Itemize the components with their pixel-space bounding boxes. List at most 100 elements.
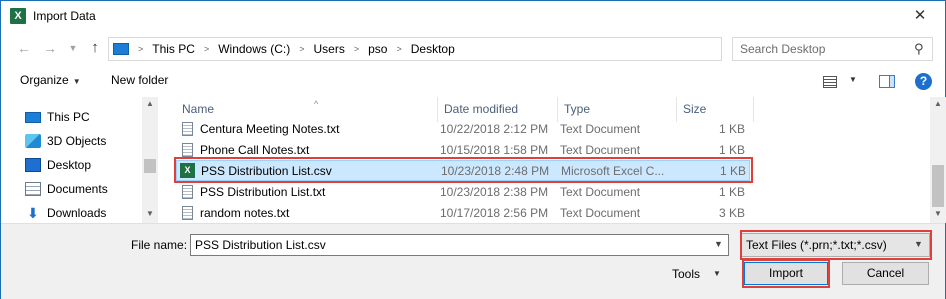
navigation-pane: This PC 3D Objects Desktop Documents ⬇ D… [1,97,158,223]
nav-pane-scrollbar[interactable]: ▲ ▼ [142,97,158,223]
file-name: PSS Distribution List.csv [201,164,332,178]
back-arrow-icon[interactable]: ← [14,37,34,59]
file-type-value: Text Files (*.prn;*.txt;*.csv) [746,238,887,252]
recent-locations-chevron-icon[interactable]: ▼ [63,37,83,59]
sort-ascending-icon: ^ [314,99,319,109]
file-name-label: File name: [131,238,188,252]
file-row[interactable]: random notes.txt 10/17/2018 2:56 PM Text… [176,203,750,224]
chevron-down-icon: ▼ [72,77,81,86]
file-name: Phone Call Notes.txt [200,143,310,157]
nav-item-this-pc[interactable]: This PC [25,106,90,128]
scroll-up-icon[interactable]: ▲ [146,99,154,108]
excel-csv-icon: X [180,163,195,178]
search-icon[interactable]: ⚲ [914,41,924,57]
import-button[interactable]: Import [744,262,828,285]
window-title: Import Data [33,9,96,23]
cancel-button[interactable]: Cancel [842,262,929,285]
file-row[interactable]: Phone Call Notes.txt 10/15/2018 1:58 PM … [176,140,750,161]
title-bar: X Import Data ✕ [1,1,945,31]
chevron-right-icon[interactable]: > [396,44,401,54]
tools-button[interactable]: Tools [672,267,700,281]
chevron-right-icon[interactable]: > [138,44,143,54]
chevron-down-icon[interactable]: ▼ [914,239,923,249]
new-folder-button[interactable]: New folder [111,73,168,87]
excel-icon: X [10,8,26,24]
column-header-label: Name [182,102,215,116]
nav-item-label: Desktop [47,158,92,172]
cube-icon [25,134,41,148]
chevron-down-icon[interactable]: ▼ [713,269,721,278]
file-type: Text Document [560,206,641,220]
view-chevron-down-icon[interactable]: ▼ [849,75,857,84]
breadcrumb-users[interactable]: Users [314,42,345,56]
file-size: 3 KB [718,206,745,220]
file-dialog-footer: File name: ▼ Text Files (*.prn;*.txt;*.c… [1,223,945,299]
file-name: random notes.txt [200,206,290,220]
file-size: 1 KB [718,143,745,157]
file-list-scrollbar[interactable]: ▲ ▼ [930,97,946,223]
file-date: 10/22/2018 2:12 PM [440,122,549,136]
file-date: 10/15/2018 1:58 PM [440,143,549,157]
nav-item-label: 3D Objects [47,134,107,148]
file-row-selected[interactable]: X PSS Distribution List.csv 10/23/2018 2… [176,160,750,181]
file-type: Microsoft Excel C... [561,164,665,178]
import-data-dialog: X Import Data ✕ ← → ▼ ↑ > This PC > Wind… [0,0,946,299]
forward-arrow-icon[interactable]: → [40,37,60,59]
breadcrumb: > This PC > Windows (C:) > Users > pso >… [131,42,455,56]
nav-item-3d-objects[interactable]: 3D Objects [25,130,106,152]
file-size: 1 KB [719,164,746,178]
file-date: 10/23/2018 2:38 PM [440,185,549,199]
command-toolbar: Organize ▼ New folder ▼ ? [1,67,945,97]
help-icon[interactable]: ? [915,73,932,90]
preview-pane-icon[interactable] [879,75,895,88]
view-options-icon[interactable] [823,76,837,88]
computer-icon [25,112,41,123]
file-type: Text Document [560,185,641,199]
text-file-icon [182,122,193,136]
close-button[interactable]: ✕ [905,5,935,27]
chevron-right-icon[interactable]: > [204,44,209,54]
nav-item-downloads[interactable]: ⬇ Downloads [25,202,106,224]
text-file-icon [182,185,193,199]
text-file-icon [182,143,193,157]
nav-item-label: Downloads [47,206,107,220]
computer-icon [113,43,129,55]
file-date: 10/23/2018 2:48 PM [441,164,550,178]
file-date: 10/17/2018 2:56 PM [440,206,549,220]
scroll-up-icon[interactable]: ▲ [934,99,942,108]
chevron-right-icon[interactable]: > [299,44,304,54]
file-list: Name ^ Date modified Type Size Centura M… [158,97,931,223]
file-name: Centura Meeting Notes.txt [200,122,340,136]
scroll-down-icon[interactable]: ▼ [146,209,154,218]
search-input[interactable] [740,41,910,57]
organize-button[interactable]: Organize ▼ [20,73,81,87]
file-row[interactable]: Centura Meeting Notes.txt 10/22/2018 2:1… [176,119,750,140]
breadcrumb-pso[interactable]: pso [368,42,387,56]
search-box[interactable]: ⚲ [732,37,933,61]
download-icon: ⬇ [27,205,39,221]
scroll-down-icon[interactable]: ▼ [934,209,942,218]
nav-item-documents[interactable]: Documents [25,178,108,200]
nav-item-desktop[interactable]: Desktop [25,154,91,176]
desktop-icon [25,158,41,172]
text-file-icon [182,206,193,220]
chevron-down-icon[interactable]: ▼ [714,239,723,249]
chevron-right-icon[interactable]: > [354,44,359,54]
breadcrumb-desktop[interactable]: Desktop [411,42,455,56]
address-bar[interactable]: > This PC > Windows (C:) > Users > pso >… [108,37,821,61]
navigation-bar: ← → ▼ ↑ > This PC > Windows (C:) > Users… [1,35,945,63]
scrollbar-thumb[interactable] [932,165,944,207]
file-row[interactable]: PSS Distribution List.txt 10/23/2018 2:3… [176,182,750,203]
file-size: 1 KB [718,185,745,199]
file-name: PSS Distribution List.txt [200,185,326,199]
file-name-input[interactable] [195,237,695,253]
up-arrow-icon[interactable]: ↑ [85,37,105,59]
nav-item-label: This PC [47,110,90,124]
documents-icon [25,182,41,196]
nav-item-label: Documents [47,182,108,196]
breadcrumb-windows-c[interactable]: Windows (C:) [218,42,290,56]
breadcrumb-this-pc[interactable]: This PC [152,42,195,56]
file-type-select[interactable]: Text Files (*.prn;*.txt;*.csv) ▼ [741,233,930,257]
scrollbar-thumb[interactable] [144,159,156,173]
file-name-combobox[interactable]: ▼ [190,234,729,256]
